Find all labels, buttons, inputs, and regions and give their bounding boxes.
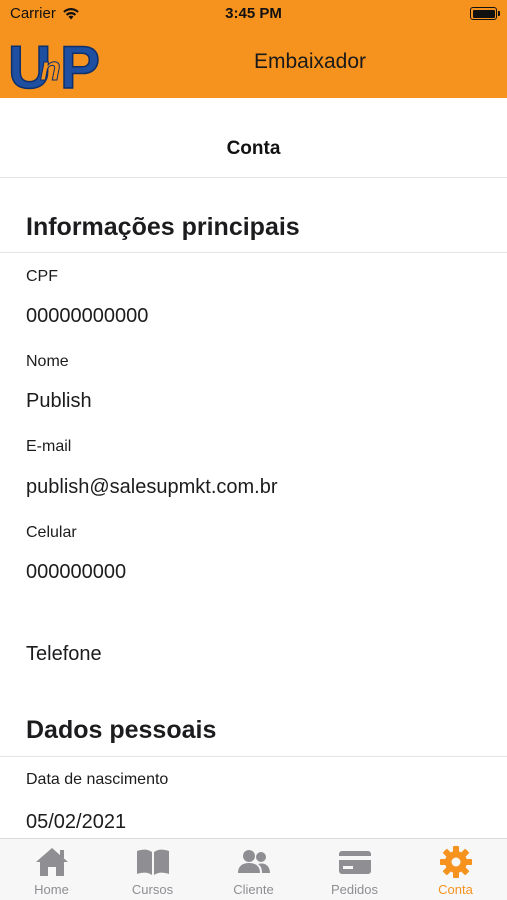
nome-value[interactable]: Publish — [26, 390, 92, 413]
tab-home[interactable]: Home — [1, 839, 102, 900]
section-title-main: Informações principais — [26, 213, 300, 241]
birthdate-label: Data de nascimento — [26, 771, 169, 788]
book-icon — [136, 849, 169, 875]
cpf-value[interactable]: 00000000000 — [26, 305, 148, 328]
celular-label: Celular — [26, 524, 77, 541]
app-title: Embaixador — [253, 50, 367, 73]
status-bar: Carrier 3:45 PM — [0, 0, 507, 28]
section-divider — [0, 252, 507, 253]
tab-label: Cliente — [233, 882, 274, 897]
tab-label: Home — [34, 882, 69, 897]
app-header: Carrier 3:45 PM U P n Embaixador — [0, 0, 507, 98]
tab-conta[interactable]: Conta — [405, 839, 506, 900]
home-icon — [35, 848, 68, 876]
email-label: E-mail — [26, 438, 72, 455]
birthdate-value[interactable]: 05/02/2021 — [26, 811, 126, 834]
tab-pedidos[interactable]: Pedidos — [304, 839, 405, 900]
card-icon — [338, 851, 371, 874]
tab-cliente[interactable]: Cliente — [203, 839, 304, 900]
tab-bar: Home Cursos Cliente Pedidos Conta — [0, 838, 507, 900]
svg-text:P: P — [60, 34, 100, 94]
page-title: Conta — [226, 138, 281, 159]
section-title-personal: Dados pessoais — [26, 716, 217, 744]
tab-label: Conta — [438, 882, 473, 897]
nome-label: Nome — [26, 353, 69, 370]
section-divider — [0, 756, 507, 757]
tab-label: Pedidos — [331, 882, 378, 897]
page-header: Conta — [0, 98, 507, 178]
app-logo: U P n — [8, 33, 101, 94]
telefone-label: Telefone — [26, 643, 102, 665]
svg-text:n: n — [40, 50, 61, 88]
status-time: 3:45 PM — [225, 5, 282, 22]
email-value[interactable]: publish@salesupmkt.com.br — [26, 476, 278, 499]
tab-label: Cursos — [131, 882, 174, 897]
tab-cursos[interactable]: Cursos — [102, 839, 203, 900]
people-icon — [237, 850, 270, 873]
battery-icon — [470, 7, 500, 20]
gear-icon — [439, 846, 472, 878]
celular-value[interactable]: 000000000 — [26, 561, 126, 584]
cpf-label: CPF — [26, 268, 58, 285]
